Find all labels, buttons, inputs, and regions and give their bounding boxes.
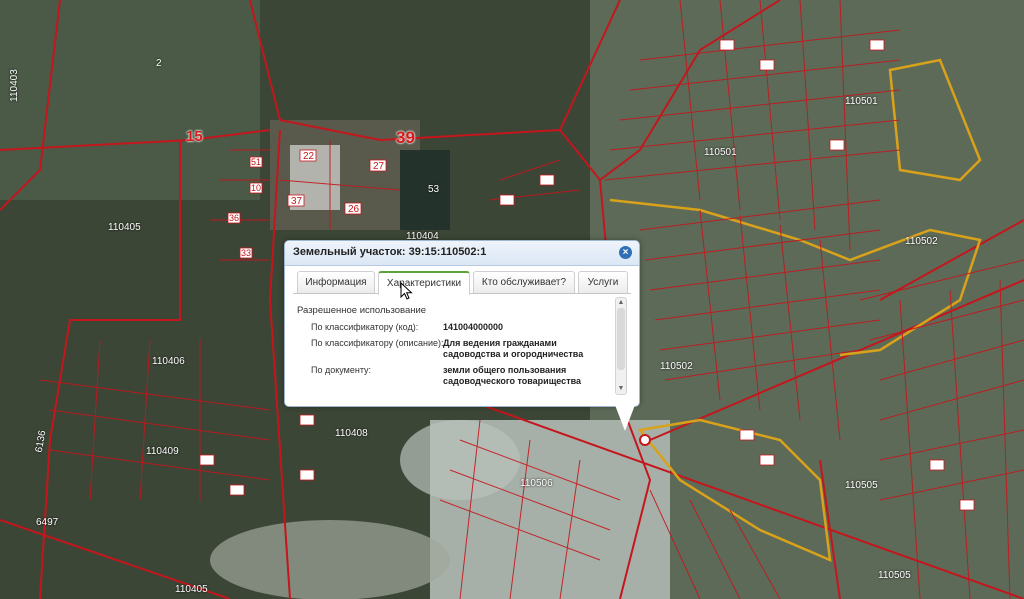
quarter-label: 110501 <box>845 96 878 107</box>
tab-information[interactable]: Информация <box>297 271 375 293</box>
row-value: земли общего пользования садоводческого … <box>443 365 582 386</box>
parcel-label: 36 <box>229 213 240 223</box>
tab-content: Разрешенное использование По классификат… <box>293 297 613 395</box>
quarter-label: 110405 <box>175 584 208 595</box>
quarter-label: 110506 <box>520 478 553 489</box>
scroll-down-icon[interactable]: ▼ <box>617 385 625 393</box>
parcel-label: 37 <box>291 196 303 207</box>
popup-title: Земельный участок: 39:15:110502:1 <box>293 246 487 258</box>
parcel-label: 6497 <box>36 517 59 528</box>
parcel-label: 51 <box>251 157 262 167</box>
quarter-number-label: 39 <box>396 128 415 147</box>
parcel-label: 26 <box>348 204 360 215</box>
parcel-label: 22 <box>303 151 315 162</box>
row-value: Для ведения гражданами садоводства и ого… <box>443 338 584 359</box>
scroll-up-icon[interactable]: ▲ <box>617 299 625 307</box>
quarter-label: 110409 <box>146 446 179 457</box>
parcel-label: 33 <box>241 248 252 258</box>
quarter-label-side: 110403 <box>8 69 20 102</box>
section-heading: Разрешенное использование <box>297 305 427 316</box>
row-label: По классификатору (описание): <box>311 338 444 348</box>
tab-who-serves[interactable]: Кто обслуживает? <box>473 271 575 293</box>
quarter-label: 110405 <box>108 222 141 233</box>
parcel-label: 27 <box>373 161 385 172</box>
row-label: По документу: <box>311 365 372 375</box>
quarter-label: 110406 <box>152 356 185 367</box>
quarter-label: 110408 <box>335 428 368 439</box>
parcel-info-popup: Земельный участок: 39:15:110502:1 × Инфо… <box>284 240 640 431</box>
quarter-label: 110501 <box>704 147 737 158</box>
quarter-label: 110505 <box>878 570 911 581</box>
popup-header: Земельный участок: 39:15:110502:1 × <box>285 241 639 266</box>
popup-scrollbar[interactable]: ▲ ▼ <box>615 297 627 395</box>
selected-parcel-marker[interactable] <box>639 434 651 446</box>
tab-services[interactable]: Услуги <box>578 271 628 293</box>
quarter-label: 110502 <box>660 361 693 372</box>
popup-pointer <box>615 405 635 431</box>
parcel-label: 2 <box>156 58 162 69</box>
mouse-cursor-icon <box>400 282 413 300</box>
parcel-label: 10 <box>251 183 262 193</box>
quarter-label: 110502 <box>905 236 938 247</box>
quarter-label: 110505 <box>845 480 878 491</box>
row-value: 141004000000 <box>443 322 504 332</box>
close-icon[interactable]: × <box>619 246 632 259</box>
parcel-label: 53 <box>428 184 440 195</box>
quarter-number-label: 15 <box>186 128 203 145</box>
scroll-thumb[interactable] <box>617 308 625 370</box>
popup-tabs: Информация Характеристики Кто обслуживае… <box>293 271 631 295</box>
row-label: По классификатору (код): <box>311 322 419 332</box>
tab-characteristics[interactable]: Характеристики <box>378 271 470 295</box>
